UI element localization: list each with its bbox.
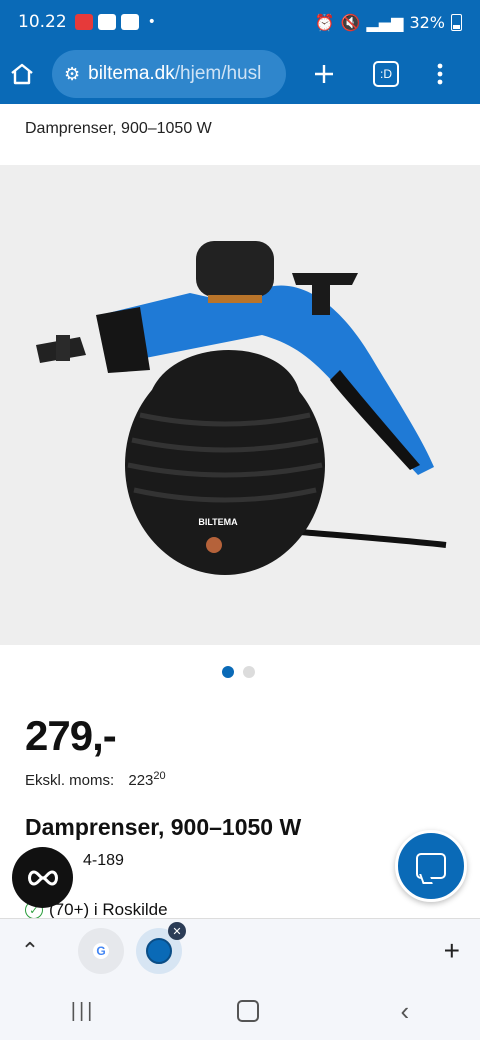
brand-logo: BILTEMA [198,517,238,527]
signal-icon: ▂▄▆ [366,12,404,32]
tune-icon[interactable]: ⚙ [64,64,80,85]
new-tab-plus-icon[interactable] [302,52,346,96]
battery-icon [451,13,462,31]
home-icon[interactable] [0,52,44,96]
google-icon: G [93,943,109,959]
header-subtitle: Damprenser, 900–1050 W [25,120,212,137]
chevron-up-icon[interactable]: ⌃ [0,938,60,964]
home-notification-icon [74,14,93,30]
url-path: /hjem/husl [174,63,262,84]
tab-switcher-icon: :D [373,61,399,87]
price: 279,- [25,712,117,759]
browser-toolbar: ⚙ biltema.dk/hjem/husl :D [0,44,480,104]
tab-switcher-button[interactable]: :D [364,52,408,96]
site-favicon [146,938,172,964]
home-nav-icon[interactable] [236,1000,259,1022]
alarm-icon: ⏰ [314,12,335,32]
gallery-notification-icon [97,14,116,30]
mail-notification-icon [120,14,139,30]
product-image[interactable]: BILTEMA [0,165,480,645]
back-icon[interactable]: ‹ [401,996,410,1027]
new-tab-icon[interactable]: + [444,935,460,967]
menu-icon[interactable] [418,52,462,96]
battery-text: 32% [409,12,445,32]
chat-icon [416,853,446,879]
mute-icon: 🔇 [340,12,361,32]
product-title: Damprenser, 900–1050 W [25,814,302,840]
excl-vat-price: Ekskl. moms: 22320 [25,770,166,789]
carousel-dot-2[interactable] [243,666,255,678]
recents-icon[interactable]: ||| [71,1000,96,1023]
system-nav-bar: ||| ‹ [0,982,480,1040]
carousel-dots [222,666,255,678]
excl-label: Ekskl. moms: [25,772,115,789]
steam-cleaner-illustration: BILTEMA [36,241,447,575]
status-time: 10.22 [18,12,67,32]
infinity-icon [27,869,58,886]
sku-text: 4-189 [83,852,124,869]
accessibility-fab[interactable] [12,847,73,908]
address-bar[interactable]: ⚙ biltema.dk/hjem/husl [52,50,286,98]
close-tab-icon[interactable]: ✕ [168,922,186,940]
tab-strip: ⌃ G ✕ + [0,918,480,983]
excl-cents: 20 [153,770,166,782]
carousel-dot-1[interactable] [222,666,234,678]
status-bar: 10.22 • ⏰ 🔇 ▂▄▆ 32% [0,0,480,44]
chat-button[interactable] [395,830,467,902]
current-tab[interactable]: ✕ [136,922,186,974]
excl-value: 223 [128,772,154,789]
stock-text: (70+) i Roskilde [49,900,168,919]
url-host: biltema.dk [88,63,175,84]
more-notifications-icon: • [147,14,156,30]
google-tab[interactable]: G [78,928,124,974]
